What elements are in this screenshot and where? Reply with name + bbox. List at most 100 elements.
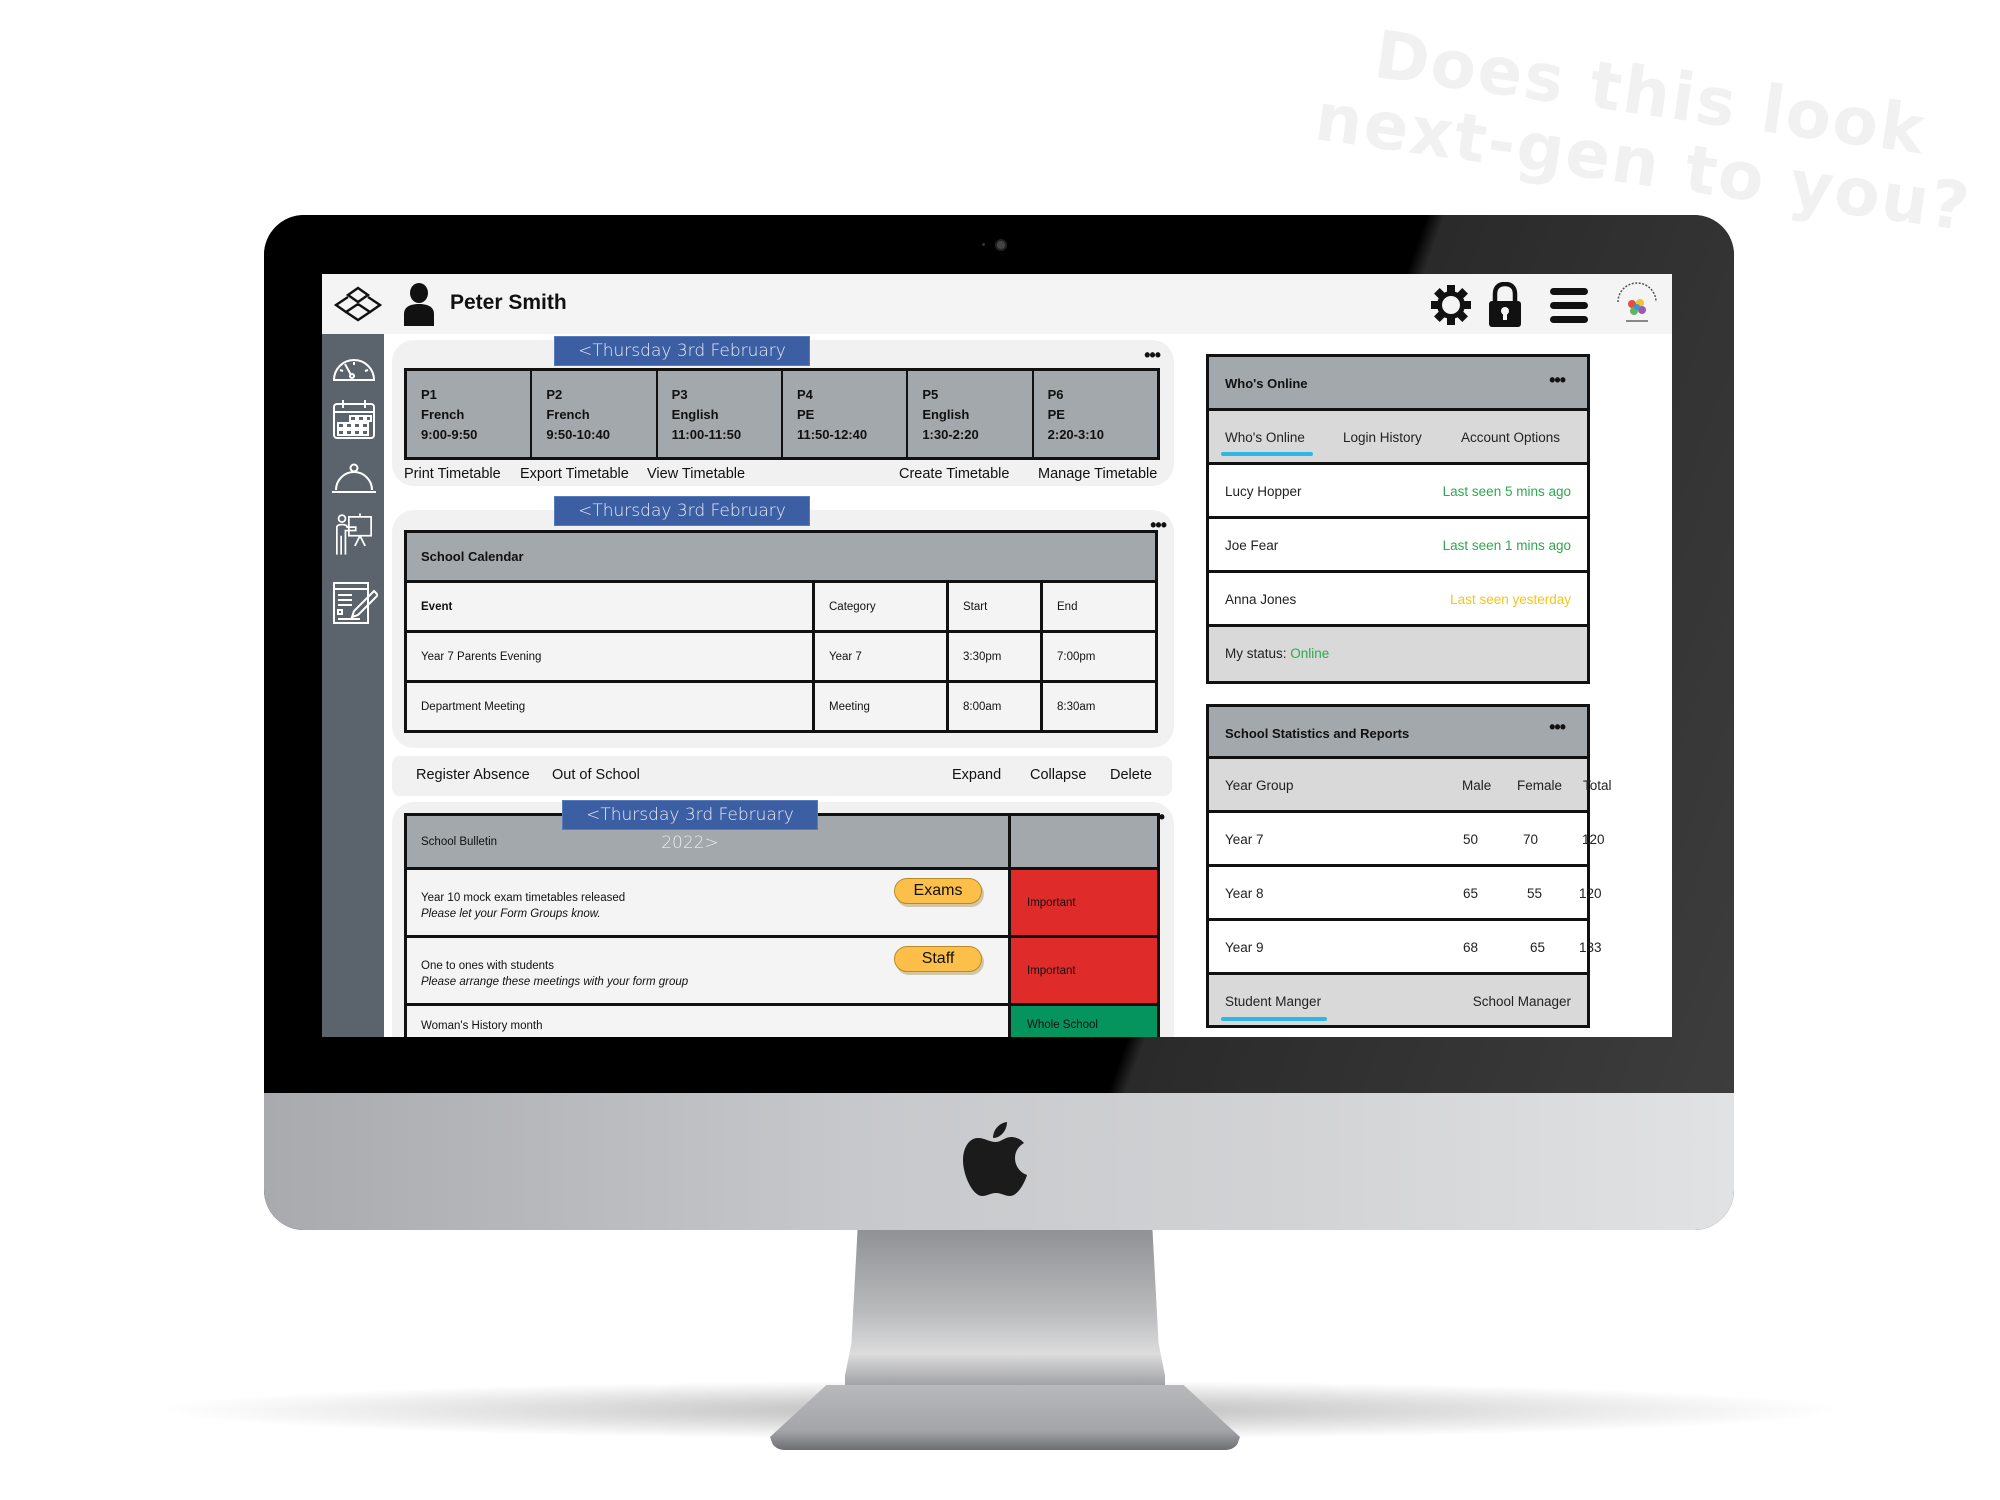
app-screen: Peter Smith ••• <Thursday 3rd February P… — [322, 274, 1672, 1037]
priority-badge: Important — [1011, 938, 1157, 1003]
timetable-period[interactable]: P5 English 1:30-2:20 — [908, 371, 1034, 457]
timetable-period[interactable]: P3 English 11:00-11:50 — [658, 371, 783, 457]
period-label: P3 — [671, 387, 688, 402]
period-time: 2:20-3:10 — [1047, 427, 1105, 442]
bulletin-item[interactable]: One to ones with students Please arrange… — [407, 938, 1157, 1006]
report-edit-icon[interactable] — [330, 579, 378, 627]
calendar-icon[interactable] — [330, 396, 378, 444]
bulletin-item[interactable]: Year 10 mock exam timetables released Pl… — [407, 870, 1157, 938]
female-cell: 55 — [1527, 886, 1543, 901]
bulletin-date-nav[interactable]: <Thursday 3rd February 2022> — [562, 800, 818, 853]
gear-icon[interactable] — [1430, 284, 1472, 326]
lock-icon[interactable] — [1487, 282, 1523, 328]
period-subject: English — [922, 407, 970, 422]
male-cell: 68 — [1463, 940, 1479, 955]
table-row[interactable]: Year 7 Parents Evening Year 7 3:30pm 7:0… — [405, 631, 1157, 682]
hamburger-menu-icon[interactable] — [1548, 285, 1590, 327]
register-absence-button[interactable]: Register Absence — [416, 767, 530, 783]
period-subject: PE — [1047, 407, 1065, 422]
statistics-header: School Statistics and Reports ••• — [1209, 707, 1587, 759]
timetable-period[interactable]: P6 PE 2:20-3:10 — [1034, 371, 1157, 457]
timetable-date-nav[interactable]: <Thursday 3rd February 2022> — [554, 336, 810, 389]
timetable-period[interactable]: P1 French 9:00-9:50 — [407, 371, 533, 457]
statistics-footer-tabs: Student Manger School Manager — [1209, 975, 1587, 1025]
export-timetable-link[interactable]: Export Timetable — [520, 466, 629, 482]
column-header: Male — [1462, 778, 1492, 793]
year-group-cell: Year 7 — [1225, 832, 1264, 847]
sensor-dot — [982, 243, 985, 246]
tab-account-options[interactable]: Account Options — [1461, 430, 1560, 445]
period-subject: French — [421, 407, 465, 422]
category-cell: Year 7 — [813, 631, 949, 682]
watermark-text: Does this look next-gen to you? — [1311, 16, 1994, 247]
column-header: Female — [1517, 778, 1563, 793]
end-cell: 7:00pm — [1057, 650, 1096, 663]
period-subject: PE — [796, 407, 815, 422]
school-bulletin: School Bulletin Year 10 mock exam timeta… — [404, 813, 1160, 1037]
dining-cloche-icon[interactable] — [330, 454, 378, 502]
bulletin-priority-header — [1011, 816, 1157, 867]
period-label: P2 — [546, 387, 563, 402]
user-name[interactable]: Peter Smith — [450, 291, 567, 315]
table-row[interactable]: Department Meeting Meeting 8:00am 8:30am — [405, 681, 1157, 732]
whos-online-more-button[interactable]: ••• — [1549, 371, 1566, 389]
timetable-period[interactable]: P4 PE 11:50-12:40 — [783, 371, 909, 457]
expand-button[interactable]: Expand — [952, 767, 1001, 783]
print-timetable-link[interactable]: Print Timetable — [404, 466, 501, 482]
whos-online-title: Who's Online — [1225, 376, 1308, 391]
period-time: 1:30-2:20 — [922, 427, 979, 442]
bulletin-item-body: One to ones with students Please arrange… — [407, 938, 1011, 1003]
online-user-row[interactable]: Lucy Hopper Last seen 5 mins ago — [1209, 465, 1587, 519]
tab-whos-online[interactable]: Who's Online — [1225, 430, 1305, 445]
manage-timetable-link[interactable]: Manage Timetable — [1038, 466, 1157, 482]
timetable-period[interactable]: P2 French 9:50-10:40 — [532, 371, 658, 457]
my-status-row[interactable]: My status: Online — [1209, 627, 1587, 681]
start-cell: 3:30pm — [947, 631, 1043, 682]
female-cell: 70 — [1523, 832, 1539, 847]
statistics-more-button[interactable]: ••• — [1549, 718, 1566, 736]
table-row[interactable]: Year 9 68 65 133 — [1209, 921, 1602, 975]
calendar-header-row: Event Category Start End — [405, 581, 1157, 632]
online-user-row[interactable]: Joe Fear Last seen 1 mins ago — [1209, 519, 1587, 573]
bulletin-tag-staff[interactable]: Staff — [894, 946, 982, 972]
out-of-school-button[interactable]: Out of School — [552, 767, 640, 783]
table-row[interactable]: Year 8 65 55 120 — [1209, 867, 1602, 921]
tab-student-manager[interactable]: Student Manger — [1225, 994, 1321, 1009]
timetable-more-button[interactable]: ••• — [1144, 346, 1161, 364]
period-time: 11:50-12:40 — [796, 427, 868, 442]
tab-school-manager[interactable]: School Manager — [1473, 994, 1571, 1009]
calendar-date-nav[interactable]: <Thursday 3rd February 2022> — [554, 496, 810, 549]
bulletin-item-title: Woman's History month — [407, 1006, 1011, 1037]
tab-login-history[interactable]: Login History — [1343, 430, 1422, 445]
male-cell: 65 — [1463, 886, 1479, 901]
calendar-more-button[interactable]: ••• — [1150, 516, 1167, 534]
event-cell: Department Meeting — [405, 681, 815, 732]
bulletin-item[interactable]: Woman's History month Whole School — [407, 1006, 1157, 1037]
collapse-button[interactable]: Collapse — [1030, 767, 1086, 783]
period-subject: French — [546, 407, 590, 422]
category-cell: Meeting — [813, 681, 949, 732]
male-cell: 50 — [1463, 832, 1479, 847]
total-cell: 120 — [1579, 886, 1602, 901]
total-cell: 133 — [1579, 940, 1602, 955]
dashboard-gauge-icon[interactable] — [330, 342, 378, 390]
statistics-title: School Statistics and Reports — [1225, 726, 1410, 741]
school-logo — [1617, 282, 1657, 322]
year-group-cell: Year 9 — [1225, 940, 1264, 955]
column-header: Year Group — [1225, 778, 1294, 793]
column-header: Event — [405, 581, 815, 632]
layers-logo-icon[interactable] — [332, 284, 384, 324]
create-timetable-link[interactable]: Create Timetable — [899, 466, 1009, 482]
whos-online-tabs: Who's Online Login History Account Optio… — [1209, 411, 1587, 465]
period-time: 11:00-11:50 — [671, 427, 742, 442]
bulletin-item-title: Year 10 mock exam timetables released — [421, 892, 626, 904]
top-bar: Peter Smith — [322, 274, 1672, 334]
view-timetable-link[interactable]: View Timetable — [647, 466, 745, 482]
delete-button[interactable]: Delete — [1110, 767, 1152, 783]
bulletin-tag-exams[interactable]: Exams — [894, 878, 982, 904]
user-name: Joe Fear — [1225, 538, 1279, 553]
teacher-presentation-icon[interactable] — [330, 510, 378, 558]
online-user-row[interactable]: Anna Jones Last seen yesterday — [1209, 573, 1587, 627]
table-row[interactable]: Year 7 50 70 120 — [1209, 813, 1605, 867]
user-icon[interactable] — [402, 282, 436, 326]
